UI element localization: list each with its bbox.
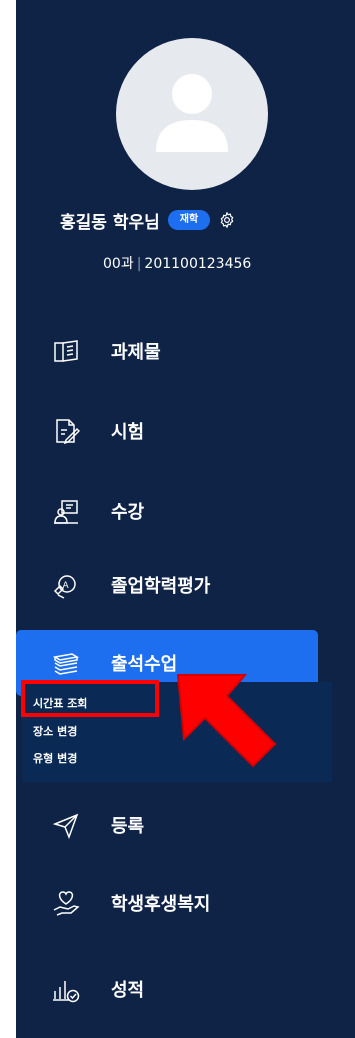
department-name: 00과	[103, 256, 134, 272]
menu-item-grades[interactable]: 성적	[16, 956, 318, 1022]
avatar[interactable]	[116, 38, 268, 190]
exam-icon	[56, 419, 80, 445]
user-name: 홍길동 학우님	[60, 212, 160, 233]
menu-label: 과제물	[111, 342, 161, 363]
separator: |	[136, 256, 142, 272]
menu-item-registration[interactable]: 등록	[16, 792, 318, 858]
menu-item-student-welfare[interactable]: 학생후생복지	[16, 870, 318, 936]
menu-label: 학생후생복지	[111, 894, 211, 915]
gear-icon[interactable]	[218, 211, 236, 229]
menu-item-enrollment[interactable]: 수강	[16, 478, 318, 544]
graduation-eval-icon: A	[53, 575, 76, 599]
menu-item-assignments[interactable]: 과제물	[16, 318, 318, 384]
annotation-arrow	[176, 674, 277, 768]
student-id: 201100123456	[144, 256, 252, 272]
menu-label: 출석수업	[111, 654, 178, 675]
books-stack-icon	[52, 653, 80, 675]
user-icon	[156, 74, 228, 152]
menu-item-graduation-eval[interactable]: A 졸업학력평가	[16, 552, 318, 618]
lecture-icon	[54, 500, 78, 524]
menu-label: 시험	[111, 422, 145, 443]
paper-plane-icon	[52, 813, 79, 839]
submenu-item-type-change[interactable]: 유형 변경	[33, 750, 77, 766]
chart-check-icon	[53, 981, 80, 1003]
menu-label: 성적	[111, 980, 145, 1001]
status-badge: 재학	[167, 210, 211, 230]
menu-label: 등록	[111, 816, 145, 837]
menu-label: 졸업학력평가	[111, 576, 211, 597]
department-info: 00과 | 201100123456	[103, 253, 251, 273]
annotation-highlight-box	[21, 680, 159, 717]
heart-hand-icon	[53, 891, 80, 916]
menu-item-exam[interactable]: 시험	[16, 398, 318, 464]
book-icon	[54, 340, 78, 362]
submenu-item-location-change[interactable]: 장소 변경	[33, 723, 77, 739]
menu-label: 수강	[111, 502, 145, 523]
profile-row: 홍길동 학우님 재학	[60, 207, 236, 233]
